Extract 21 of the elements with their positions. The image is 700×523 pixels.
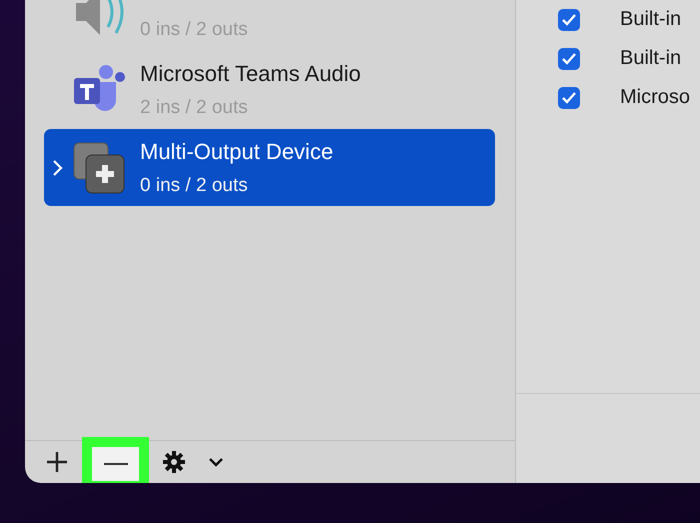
device-channels: 2 ins / 2 outs [140, 96, 249, 118]
selected-device-row[interactable]: Multi-Output Device 0 ins / 2 outs [44, 129, 495, 206]
device-row[interactable]: Microsoft Teams Audio 2 ins / 2 outs [44, 51, 495, 128]
device-channels: 0 ins / 2 outs [140, 174, 249, 196]
device-name: Multi-Output Device [140, 138, 334, 164]
device-channels: 0 ins / 2 outs [140, 18, 249, 40]
chevron-right-icon[interactable] [53, 160, 63, 176]
checkbox[interactable] [558, 86, 580, 108]
output-device-label: Built-in [620, 8, 682, 31]
checkmark-icon [562, 52, 576, 64]
settings-icon [163, 451, 185, 473]
checkbox[interactable] [558, 48, 580, 70]
device-name: Microsoft Teams Audio [140, 60, 362, 86]
plus-icon [46, 451, 68, 473]
output-device-label: Microso [620, 86, 690, 109]
checkmark-icon [562, 14, 576, 26]
minus-icon [104, 462, 128, 466]
checkmark-icon [562, 92, 576, 104]
checkbox[interactable] [558, 8, 580, 30]
chevron-down-icon [209, 458, 223, 466]
output-device-label: Built-in [620, 47, 682, 70]
